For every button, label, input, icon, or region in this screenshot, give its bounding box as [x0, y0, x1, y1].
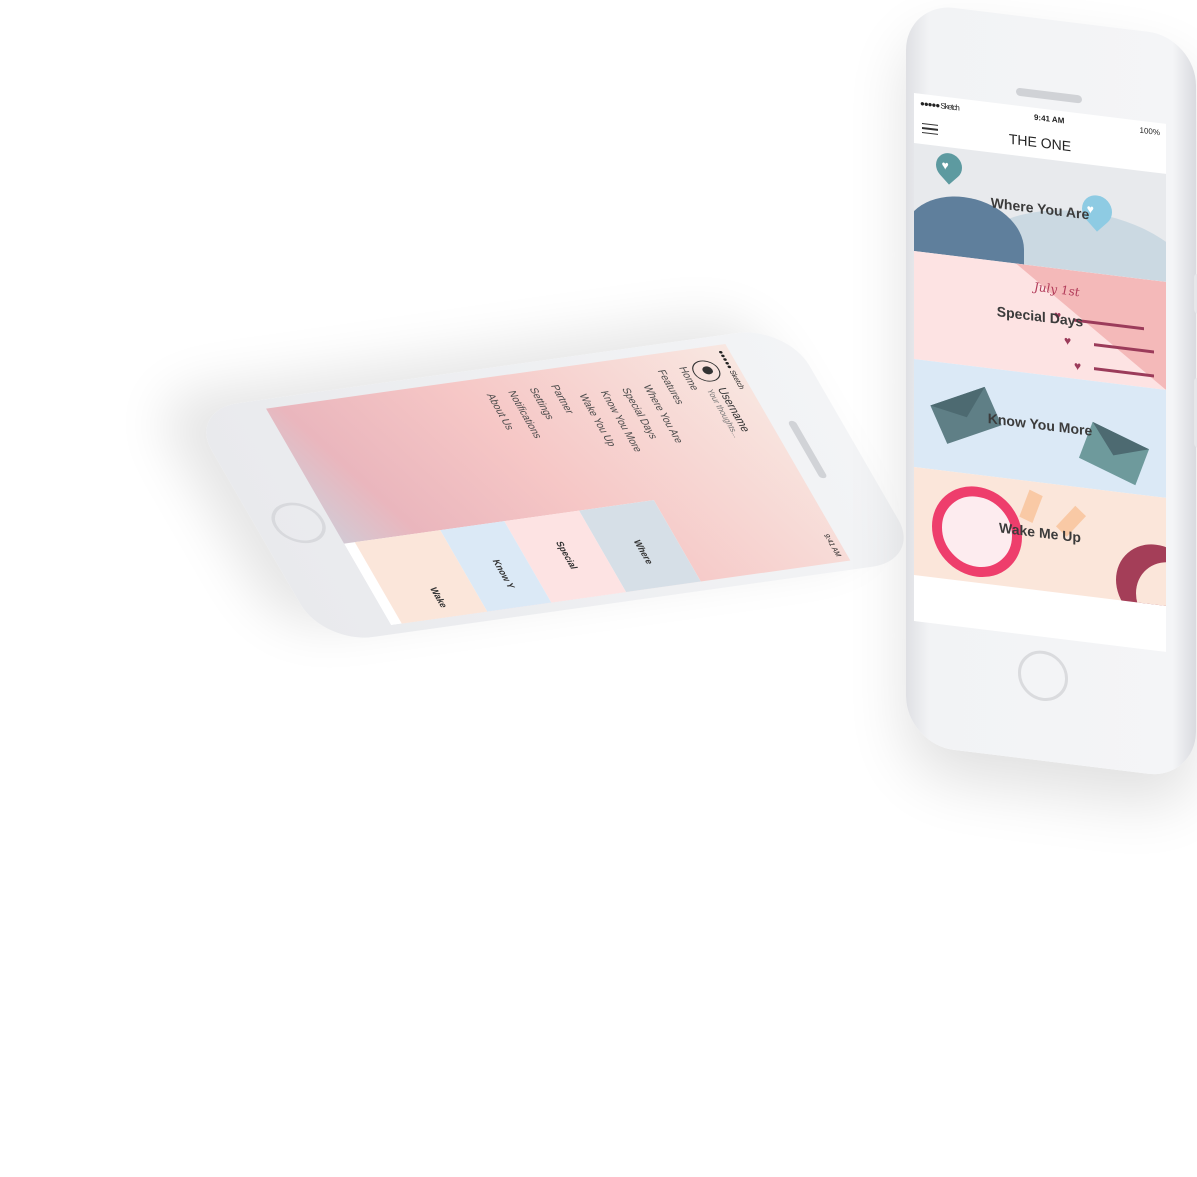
- mini-card-label: Where: [631, 539, 656, 565]
- hamburger-menu-icon[interactable]: [922, 122, 938, 136]
- home-screen: ●●●●● Sketch 9:41 AM 100% THE ONE Where …: [914, 92, 1166, 652]
- heart-icon: ♥: [1064, 333, 1072, 349]
- mini-card-label: Wake: [427, 586, 450, 609]
- heart-icon: ♥: [1074, 358, 1082, 374]
- status-bar: ●●●●● Sketch 9:41 AM: [708, 344, 850, 563]
- menu-screen: ●●●●● Sketch 9:41 AM Username Your thoug…: [266, 344, 851, 626]
- side-menu: Home Features Where You Are Special Days…: [474, 366, 730, 469]
- sun-ray: [1019, 489, 1043, 524]
- main-screen-preview[interactable]: Where Special Know Y Wake: [333, 500, 704, 626]
- tilted-phone: ●●●●● Sketch 9:41 AM Username Your thoug…: [188, 326, 922, 644]
- mini-card-label: Know Y: [490, 559, 518, 590]
- location-pin-icon: [930, 147, 968, 185]
- status-time: 9:41 AM: [822, 533, 843, 558]
- mini-card-label: Special: [553, 540, 580, 570]
- signal-indicator: ●●●●● Sketch: [920, 98, 959, 112]
- battery-indicator: 100%: [1139, 125, 1160, 137]
- upright-phone: ●●●●● Sketch 9:41 AM 100% THE ONE Where …: [906, 2, 1197, 780]
- speaker-grille: [1016, 87, 1082, 104]
- home-button[interactable]: [1018, 647, 1068, 704]
